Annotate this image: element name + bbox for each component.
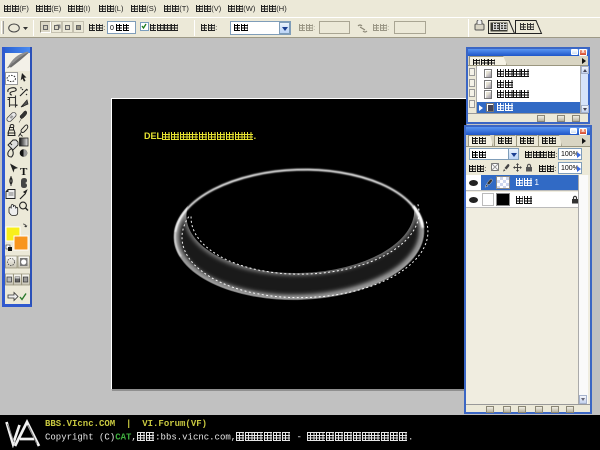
svg-text:T: T — [20, 166, 28, 178]
